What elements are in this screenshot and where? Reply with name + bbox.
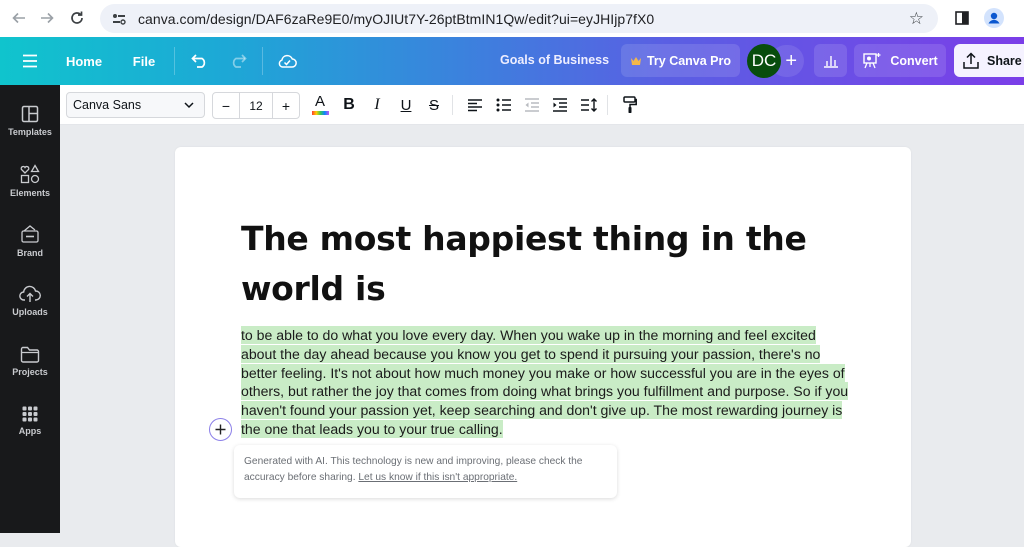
convert-label: Convert <box>890 53 938 68</box>
redo-button[interactable] <box>224 45 252 77</box>
sidebar-item-projects[interactable]: Projects <box>0 333 60 389</box>
generated-text[interactable]: to be able to do what you love every day… <box>241 326 849 438</box>
strikethrough-button[interactable]: S <box>422 93 446 117</box>
file-menu-button[interactable]: File <box>124 45 164 77</box>
side-panel-icon[interactable] <box>950 6 974 30</box>
analytics-button[interactable] <box>814 44 847 77</box>
crown-icon <box>630 56 641 65</box>
templates-icon <box>21 105 39 123</box>
projects-icon <box>20 346 40 363</box>
elements-icon <box>20 164 40 184</box>
bar-chart-icon <box>823 55 838 68</box>
align-left-button[interactable] <box>463 93 487 117</box>
chevron-down-icon <box>184 102 194 109</box>
sidebar-label: Apps <box>18 426 42 436</box>
editor-header: Home File Goals of Business Try Canva Pr… <box>0 37 1024 85</box>
indent-icon <box>553 98 567 112</box>
hamburger-icon <box>23 54 37 68</box>
browser-toolbar: canva.com/design/DAF6zaRe9E0/myOJIUt7Y-2… <box>0 0 1024 37</box>
menu-button[interactable] <box>14 45 46 77</box>
decrease-indent-button[interactable] <box>520 93 544 117</box>
underline-button[interactable]: U <box>394 93 418 117</box>
profile-icon[interactable] <box>982 6 1006 30</box>
paint-roller-icon <box>623 96 637 113</box>
line-spacing-button[interactable] <box>577 93 601 117</box>
ai-disclaimer-popup: Generated with AI. This technology is ne… <box>234 445 617 498</box>
text-color-button[interactable]: A <box>308 93 332 117</box>
sidebar-label: Projects <box>12 366 48 377</box>
undo-icon <box>191 54 206 68</box>
forward-arrow-icon <box>41 12 54 24</box>
font-family-value: Canva Sans <box>73 98 142 112</box>
plus-icon <box>215 424 226 435</box>
back-button[interactable] <box>4 3 34 33</box>
bookmark-star-icon[interactable]: ☆ <box>909 9 924 29</box>
increase-indent-button[interactable] <box>548 93 572 117</box>
page-heading[interactable]: The most happiest thing in the world is <box>241 214 841 314</box>
cloud-save-status[interactable] <box>272 45 302 77</box>
share-upload-icon <box>963 51 979 69</box>
share-button[interactable]: Share <box>954 44 1024 77</box>
bullet-list-icon <box>496 98 511 112</box>
sidebar-label: Uploads <box>12 307 48 317</box>
cloud-check-icon <box>278 54 297 68</box>
presentation-sparkle-icon <box>863 52 881 68</box>
italic-button[interactable]: I <box>365 93 389 117</box>
sidebar-label: Templates <box>8 127 52 137</box>
copy-style-button[interactable] <box>618 93 642 117</box>
font-size-stepper: − 12 + <box>212 92 300 119</box>
share-label: Share <box>987 53 1022 68</box>
plus-icon: + <box>785 49 797 72</box>
convert-button[interactable]: Convert <box>854 44 946 77</box>
reload-button[interactable] <box>62 3 92 33</box>
back-arrow-icon <box>12 12 25 24</box>
sidebar-item-templates[interactable]: Templates <box>0 93 60 149</box>
header-divider <box>174 47 175 75</box>
undo-button[interactable] <box>186 45 214 77</box>
bold-button[interactable]: B <box>337 93 361 117</box>
toolbar-divider <box>452 95 453 115</box>
more-vert-icon[interactable] <box>1014 6 1024 30</box>
document-title[interactable]: Goals of Business <box>500 53 609 67</box>
text-toolbar: Canva Sans − 12 + A B I U S <box>60 85 1024 125</box>
report-inappropriate-link[interactable]: Let us know if this isn't appropriate. <box>358 472 517 483</box>
sidebar-label: Brand <box>16 248 43 258</box>
text-color-icon: A <box>314 93 325 110</box>
generated-text-box[interactable]: to be able to do what you love every day… <box>241 326 853 439</box>
font-family-dropdown[interactable]: Canva Sans <box>66 92 205 118</box>
uploads-icon <box>19 285 41 302</box>
line-spacing-icon <box>581 98 597 112</box>
redo-icon <box>232 54 247 68</box>
try-canva-pro-label: Try Canva Pro <box>646 53 732 68</box>
sidebar-item-brand[interactable]: Brand <box>0 213 60 269</box>
home-button[interactable]: Home <box>58 45 110 77</box>
sidebar-item-uploads[interactable]: Uploads <box>0 273 60 329</box>
increase-font-size-button[interactable]: + <box>273 93 299 118</box>
bullet-list-button[interactable] <box>492 93 516 117</box>
sidebar-label: Elements <box>9 188 51 198</box>
decrease-font-size-button[interactable]: − <box>213 93 239 118</box>
outdent-icon <box>525 98 539 112</box>
add-element-button[interactable] <box>209 418 232 441</box>
avatar[interactable]: DC <box>747 44 781 78</box>
brand-icon <box>21 225 39 243</box>
url-text[interactable]: canva.com/design/DAF6zaRe9E0/myOJIUt7Y-2… <box>138 11 654 27</box>
try-canva-pro-button[interactable]: Try Canva Pro <box>621 44 740 77</box>
apps-icon <box>22 406 38 422</box>
font-size-input[interactable]: 12 <box>239 93 273 118</box>
forward-button[interactable] <box>32 3 62 33</box>
left-sidebar: Templates Elements Brand Uploads Project… <box>0 85 60 533</box>
sidebar-item-apps[interactable]: Apps <box>0 393 60 449</box>
address-bar[interactable]: canva.com/design/DAF6zaRe9E0/myOJIUt7Y-2… <box>100 4 938 33</box>
sidebar-item-elements[interactable]: Elements <box>0 153 60 209</box>
toolbar-divider <box>607 95 608 115</box>
align-left-icon <box>468 99 482 112</box>
rainbow-swatch <box>311 111 329 115</box>
reload-icon <box>71 11 83 24</box>
site-info-icon[interactable] <box>110 10 128 28</box>
header-divider <box>262 47 263 75</box>
